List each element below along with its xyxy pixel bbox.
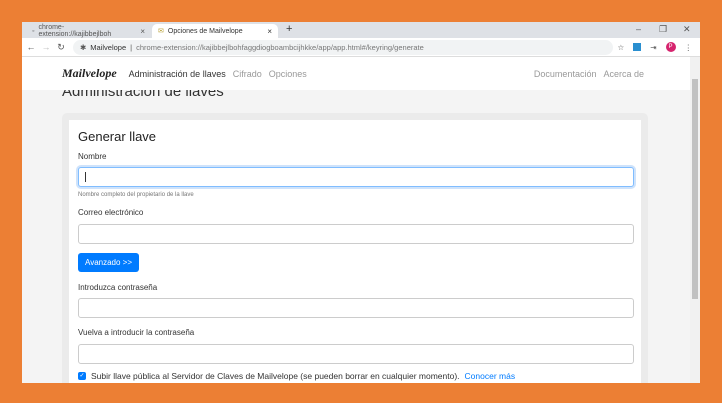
name-label: Nombre	[78, 152, 107, 161]
mailvelope-icon: ✉	[158, 28, 164, 35]
scrollbar[interactable]	[690, 57, 700, 383]
url-host: Mailvelope	[90, 42, 127, 52]
tab-label: Opciones de Mailvelope	[167, 27, 243, 35]
tab-bar: ◦ chrome-extension://kajibbejlboh × ✉ Opcio…	[22, 22, 700, 38]
name-help: Nombre completo del propietario de la ll…	[78, 192, 194, 198]
name-input[interactable]	[78, 167, 634, 187]
separator: |	[130, 42, 133, 52]
upload-label: Subir llave pública al Servidor de Clave…	[91, 371, 460, 381]
star-icon[interactable]: ☆	[617, 43, 624, 52]
page-icon: ◦	[32, 27, 35, 35]
back-icon[interactable]: ←	[25, 42, 37, 52]
password-confirm-label: Vuelva a introducir la contraseña	[78, 328, 195, 337]
tab-extension[interactable]: ◦ chrome-extension://kajibbejlboh ×	[26, 24, 151, 38]
nav-keyring[interactable]: Administración de llaves	[129, 69, 226, 79]
restore-icon[interactable]: ❐	[659, 24, 667, 35]
brand-logo[interactable]: Mailvelope	[62, 66, 117, 81]
password-input[interactable]	[78, 298, 634, 318]
new-tab-button[interactable]: +	[286, 23, 292, 35]
scrollbar-thumb[interactable]	[692, 79, 698, 299]
card-title: Generar llave	[78, 129, 157, 144]
tab-mailvelope[interactable]: ✉ Opciones de Mailvelope ×	[152, 24, 278, 38]
forward-icon[interactable]: →	[40, 42, 52, 52]
email-input[interactable]	[78, 224, 634, 244]
close-icon[interactable]: ×	[267, 27, 272, 36]
email-label: Correo electrónico	[78, 208, 144, 217]
address-bar: ← → ↻ ✱ Mailvelope | chrome-extension://kaj…	[22, 38, 700, 57]
avatar[interactable]: P	[665, 42, 676, 52]
extension-icon: ✱	[80, 42, 87, 52]
url-input[interactable]: ✱ Mailvelope | chrome-extension://kajibbejl…	[73, 39, 613, 55]
nav-encrypt[interactable]: Cifrado	[233, 69, 262, 79]
upload-checkbox[interactable]: ✓	[78, 372, 86, 380]
upload-checkbox-row: ✓ Subir llave pública al Servidor de Clav…	[78, 371, 515, 381]
page-content: Administración de llaves Mailvelope Admi…	[22, 57, 690, 383]
generate-key-card: Generar llave Nombre Nombre completo del…	[62, 113, 648, 383]
tab-label: chrome-extension://kajibbejlboh	[38, 24, 112, 38]
learn-more-link[interactable]: Conocer más	[465, 371, 516, 381]
password-confirm-input[interactable]	[78, 344, 634, 364]
advanced-button[interactable]: Avanzado >>	[78, 253, 140, 272]
password-label: Introduzca contraseña	[78, 283, 158, 292]
nav-docs[interactable]: Documentación	[534, 69, 597, 79]
menu-icon[interactable]: ⋮	[685, 43, 693, 52]
nav-options[interactable]: Opciones	[269, 69, 307, 79]
mailvelope-extension-icon[interactable]: ⇥	[650, 43, 656, 52]
nav-about[interactable]: Acerca de	[603, 69, 644, 79]
navbar: Mailvelope Administración de llaves Cifr…	[22, 57, 690, 90]
close-icon[interactable]: ×	[140, 27, 145, 36]
url-path: chrome-extension://kajibbejlbohfaggdiogb…	[136, 42, 424, 52]
minimize-icon[interactable]: –	[636, 24, 641, 34]
close-window-icon[interactable]: ✕	[683, 24, 691, 35]
browser-window: ◦ chrome-extension://kajibbejlboh × ✉ Opcio…	[22, 22, 700, 383]
reload-icon[interactable]: ↻	[55, 42, 67, 53]
extension-icon[interactable]	[633, 43, 642, 51]
